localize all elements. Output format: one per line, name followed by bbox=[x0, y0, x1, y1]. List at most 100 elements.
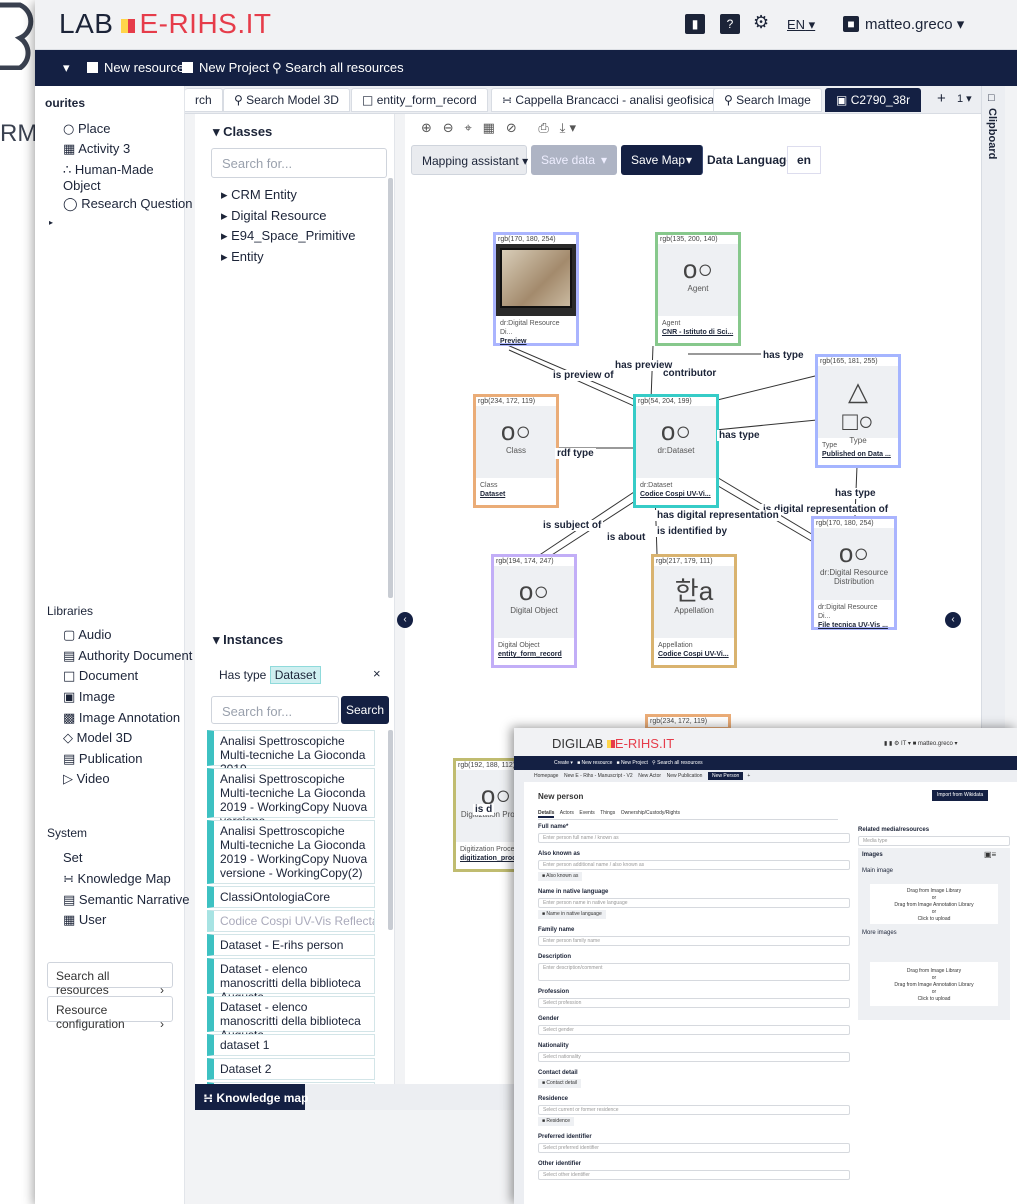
edge-label[interactable]: rdf type bbox=[555, 448, 596, 459]
instance-item[interactable]: Dataset - E-rihs person bbox=[207, 934, 375, 956]
search-all-resources-button[interactable]: Search all resources › bbox=[47, 962, 173, 997]
graph-node-dataset[interactable]: rgb(54, 204, 199) o○ dr:Dataset dr:Dataset C… bbox=[633, 394, 719, 508]
library-model-3d[interactable]: ◇ Model 3D bbox=[63, 730, 132, 746]
instance-item[interactable]: Codice Cospi UV-Vis Reflectance bbox=[207, 910, 375, 932]
library-authority-document[interactable]: ▤ Authority Document bbox=[63, 648, 192, 664]
class-crm-entity[interactable]: ▸ CRM Entity bbox=[221, 187, 297, 203]
collapse-left-icon[interactable]: ‹ bbox=[397, 612, 413, 628]
graph-node-distribution[interactable]: rgb(170, 180, 254) o○ dr:Digital Resource … bbox=[811, 516, 897, 630]
tab-search[interactable]: rch bbox=[185, 88, 223, 112]
tab-cappella-brancacci[interactable]: ∺ Cappella Brancacci - analisi geofisica bbox=[491, 88, 726, 112]
classes-search-input[interactable]: Search for... bbox=[211, 148, 387, 178]
library-document[interactable]: □ Document bbox=[63, 668, 138, 684]
favourite-human-made-object[interactable]: ∴ Human-Made Object bbox=[63, 162, 173, 193]
graph-node-agent[interactable]: rgb(135, 200, 140) o○ Agent Agent CNR - Isti… bbox=[655, 232, 741, 346]
instances-title[interactable]: ▾ Instances bbox=[213, 632, 283, 648]
library-audio[interactable]: ▢ Audio bbox=[63, 627, 111, 643]
overlay-media-type-select[interactable]: Media type bbox=[858, 836, 1010, 846]
overlay-add-button[interactable]: ■ Name in native language bbox=[538, 910, 606, 919]
favourite-place[interactable]: ○ Place bbox=[63, 121, 111, 137]
instance-item[interactable]: ClassiOntologiaCore bbox=[207, 886, 375, 908]
edge-label[interactable]: is about bbox=[605, 532, 648, 543]
new-project-button[interactable]: New Project bbox=[182, 60, 269, 75]
graph-node-digobj[interactable]: rgb(194, 174, 247) o○ Digital Object Digita… bbox=[491, 554, 577, 668]
search-all-button[interactable]: ⚲ Search all resources bbox=[272, 60, 404, 76]
system-set[interactable]: Set bbox=[63, 850, 83, 865]
tab-search-image[interactable]: ⚲ Search Image bbox=[713, 88, 822, 112]
classes-scrollbar[interactable] bbox=[388, 178, 393, 598]
tab-c2790[interactable]: ▣ C2790_38r bbox=[825, 88, 922, 112]
class-digital-resource[interactable]: ▸ Digital Resource bbox=[221, 208, 327, 224]
graph-node-class[interactable]: rgb(234, 172, 119) o○ Class Class Dataset bbox=[473, 394, 559, 508]
edge-label[interactable]: has type bbox=[761, 350, 806, 361]
overlay-main-image-drop[interactable]: Drag from Image Library or Drag from Image… bbox=[870, 884, 998, 924]
clear-filter-icon[interactable]: × bbox=[373, 666, 381, 681]
user-menu[interactable]: matteo.greco ▾ bbox=[865, 15, 964, 33]
expand-icon[interactable]: ▸ bbox=[49, 218, 53, 227]
knowledge-map-button[interactable]: ∺ Knowledge map bbox=[195, 1084, 308, 1110]
library-image[interactable]: ▣ Image bbox=[63, 689, 115, 705]
graph-node-preview[interactable]: rgb(170, 180, 254) dr:Digital Resource Di… bbox=[493, 232, 579, 346]
overlay-import-button[interactable]: Import from Wikidata bbox=[932, 790, 989, 801]
overlay-field-input[interactable]: Select profession bbox=[538, 998, 850, 1008]
edge-label[interactable]: is subject of bbox=[541, 520, 604, 531]
edge-label[interactable]: is preview of bbox=[551, 370, 616, 381]
graph-node-type[interactable]: rgb(165, 181, 255) △ □○ Type Type Published o… bbox=[815, 354, 901, 468]
edge-label[interactable]: contributor bbox=[661, 368, 719, 379]
instance-item[interactable]: Dataset - elenco manoscritti della bibli… bbox=[207, 996, 375, 1042]
chat-icon[interactable]: ▮ bbox=[685, 14, 705, 34]
nav-dropdown-icon[interactable]: ▾ bbox=[63, 60, 70, 76]
instance-item[interactable]: Analisi Spettroscopiche Multi-tecniche L… bbox=[207, 820, 375, 884]
overlay-field-input[interactable]: Select gender bbox=[538, 1025, 850, 1035]
brand-logo[interactable]: LAB E-RIHS.IT bbox=[59, 8, 272, 40]
system-semantic-narrative[interactable]: ▤ Semantic Narrative bbox=[63, 892, 189, 908]
instance-item[interactable]: Dataset - elenco manoscritti della bibli… bbox=[207, 958, 375, 1004]
instance-item[interactable]: Analisi Spettroscopiche Multi-tecniche L… bbox=[207, 768, 375, 828]
resource-configuration-button[interactable]: Resource configuration › bbox=[47, 996, 173, 1031]
edge-label[interactable]: is d bbox=[473, 804, 495, 815]
overlay-field-input[interactable]: Select nationality bbox=[538, 1052, 850, 1062]
instance-item[interactable]: Analisi Spettroscopiche Multi-tecniche L… bbox=[207, 730, 375, 776]
library-publication[interactable]: ▤ Publication bbox=[63, 751, 143, 767]
graph-node-appellation[interactable]: rgb(217, 179, 111) 한a Appellation Appellati… bbox=[651, 554, 737, 668]
library-video[interactable]: ▷ Video bbox=[63, 771, 110, 787]
overlay-add-button[interactable]: ■ Also known as bbox=[538, 872, 583, 881]
overlay-more-image-drop[interactable]: Drag from Image Library or Drag from Image… bbox=[870, 962, 998, 1006]
favourite-research-question[interactable]: ◯ Research Question bbox=[63, 196, 192, 212]
tab-search-model-3d[interactable]: ⚲ Search Model 3D bbox=[223, 88, 350, 112]
instance-item[interactable]: Dataset 2 bbox=[207, 1058, 375, 1080]
system-knowledge-map[interactable]: ∺ Knowledge Map bbox=[63, 871, 171, 887]
overlay-field-input[interactable]: Select preferred identifier bbox=[538, 1143, 850, 1153]
tab-entity-form-record[interactable]: □ entity_form_record bbox=[351, 88, 488, 112]
add-tab-button[interactable]: + bbox=[937, 90, 946, 107]
instance-item[interactable]: dataset 1 bbox=[207, 1034, 375, 1056]
overlay-field-input[interactable]: Select current or former residence bbox=[538, 1105, 850, 1115]
tab-count-menu[interactable]: 1 ▾ bbox=[957, 92, 972, 105]
edge-label[interactable]: is identified by bbox=[655, 526, 730, 537]
edge-label[interactable]: has type bbox=[717, 430, 762, 441]
instances-search-button[interactable]: Search bbox=[341, 696, 389, 724]
overlay-field-input[interactable]: Enter person full name / known as bbox=[538, 833, 850, 843]
overlay-field-input[interactable]: Select other identifier bbox=[538, 1170, 850, 1180]
library-image-annotation[interactable]: ▩ Image Annotation bbox=[63, 710, 180, 726]
new-resource-button[interactable]: New resource bbox=[87, 60, 184, 75]
system-user[interactable]: ▦ User bbox=[63, 912, 106, 928]
favourite-activity[interactable]: ▦ Activity 3 bbox=[63, 141, 130, 157]
instances-scrollbar[interactable] bbox=[388, 730, 393, 930]
language-selector[interactable]: EN ▾ bbox=[787, 17, 815, 33]
overlay-view-icon[interactable]: ▣≡ bbox=[984, 850, 996, 859]
overlay-brand[interactable]: DIGILAB E-RIHS.IT bbox=[552, 736, 674, 751]
edge-label[interactable]: has type bbox=[833, 488, 878, 499]
instances-search-input[interactable]: Search for... bbox=[211, 696, 339, 724]
overlay-field-input[interactable]: Enter person name in native language bbox=[538, 898, 850, 908]
classes-title[interactable]: ▾ Classes bbox=[213, 124, 272, 140]
overlay-field-input[interactable]: Enter person additional name / also know… bbox=[538, 860, 850, 870]
overlay-field-input[interactable]: Enter person family name bbox=[538, 936, 850, 946]
overlay-add-button[interactable]: ■ Residence bbox=[538, 1117, 575, 1126]
gear-icon[interactable]: ⚙ bbox=[753, 12, 769, 33]
help-icon[interactable]: ? bbox=[720, 14, 740, 34]
class-entity[interactable]: ▸ Entity bbox=[221, 249, 264, 265]
overlay-field-input[interactable]: Enter description/comment bbox=[538, 963, 850, 981]
overlay-add-button[interactable]: ■ Contact detail bbox=[538, 1079, 581, 1088]
collapse-right-icon[interactable]: ‹ bbox=[945, 612, 961, 628]
